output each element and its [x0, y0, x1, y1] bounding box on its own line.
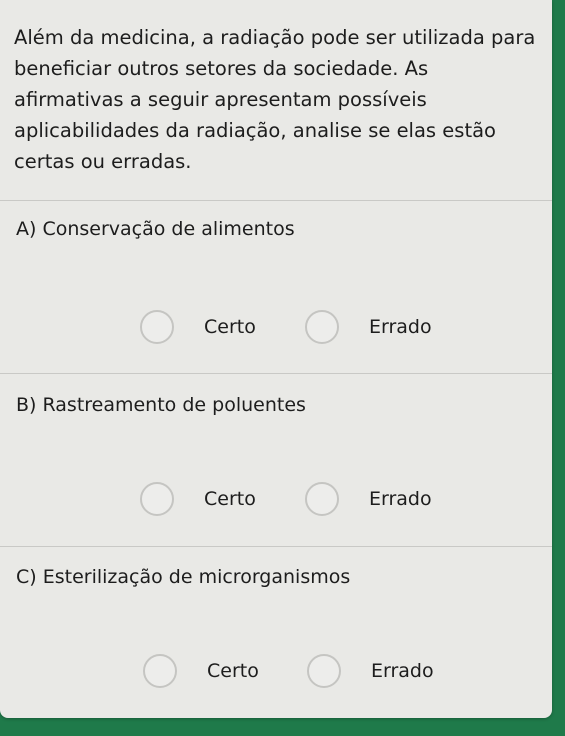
divider [0, 373, 552, 374]
question-card: Além da medicina, a radiação pode ser ut… [0, 0, 552, 718]
option-label: Errado [369, 488, 432, 510]
divider [0, 200, 552, 201]
radio-circle-icon[interactable] [307, 654, 341, 688]
option-label: Errado [371, 660, 434, 682]
radio-circle-icon[interactable] [140, 482, 174, 516]
question-b-label: B) Rastreamento de poluentes [16, 394, 306, 416]
question-a-option-certo[interactable]: Certo [140, 310, 256, 344]
question-b-option-errado[interactable]: Errado [305, 482, 432, 516]
option-label: Certo [204, 316, 256, 338]
divider [0, 546, 552, 547]
radio-circle-icon[interactable] [143, 654, 177, 688]
option-label: Errado [369, 316, 432, 338]
question-a-label: A) Conservação de alimentos [16, 218, 295, 240]
question-c-option-certo[interactable]: Certo [143, 654, 259, 688]
question-c-option-errado[interactable]: Errado [307, 654, 434, 688]
question-a-option-errado[interactable]: Errado [305, 310, 432, 344]
option-label: Certo [207, 660, 259, 682]
question-prompt: Além da medicina, a radiação pode ser ut… [14, 26, 536, 173]
radio-circle-icon[interactable] [305, 482, 339, 516]
question-b-option-certo[interactable]: Certo [140, 482, 256, 516]
option-label: Certo [204, 488, 256, 510]
radio-circle-icon[interactable] [140, 310, 174, 344]
radio-circle-icon[interactable] [305, 310, 339, 344]
question-c-label: C) Esterilização de microrganismos [16, 566, 351, 588]
